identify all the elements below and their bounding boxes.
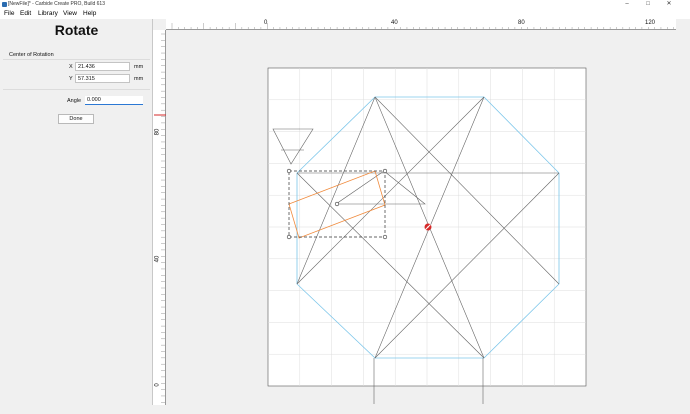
ruler-left-ticks: [161, 33, 166, 403]
canvas-drawing: [154, 23, 674, 404]
rotation-center-icon[interactable]: [424, 223, 432, 231]
ruler-top-ticks: [171, 23, 674, 30]
